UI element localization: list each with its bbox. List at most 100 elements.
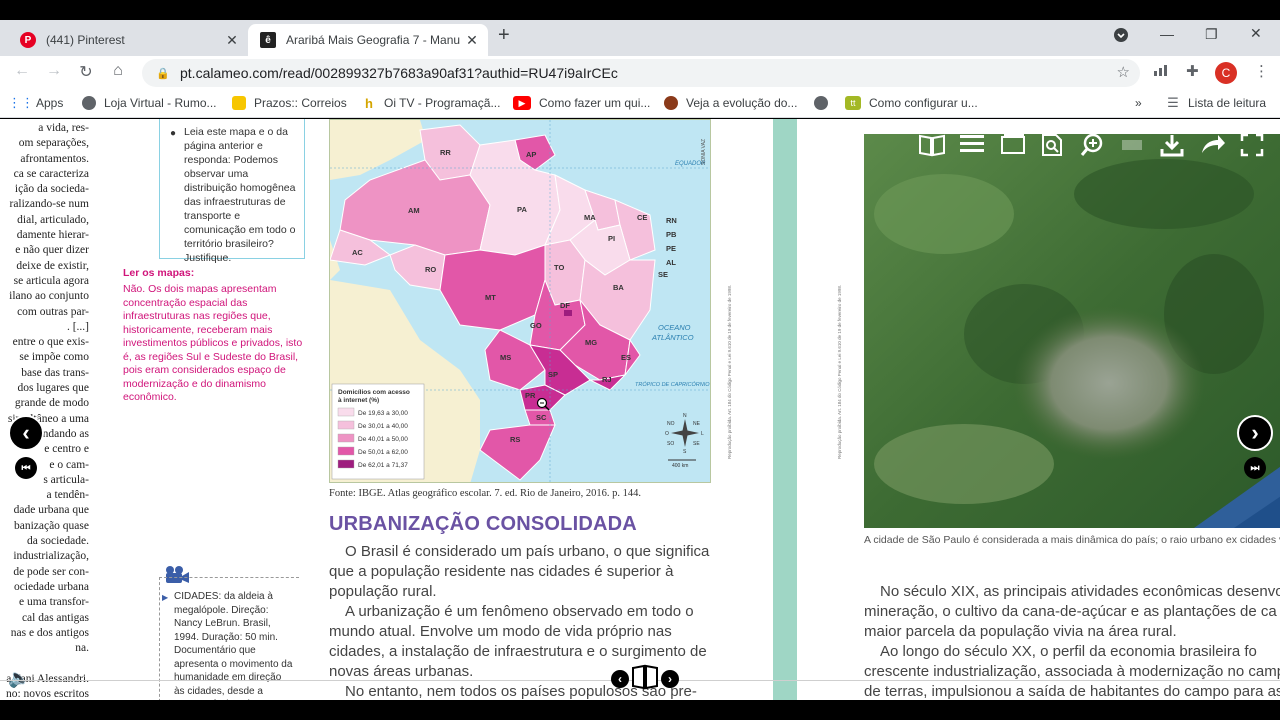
book-icon[interactable] bbox=[918, 133, 946, 163]
bookmark-globe[interactable] bbox=[814, 96, 836, 110]
bookmark-label: Loja Virtual - Rumo... bbox=[104, 96, 217, 110]
calameo-reader: a vida, res-om separações, afrontamentos.… bbox=[0, 119, 1280, 700]
state-label-sp: SP bbox=[548, 370, 558, 379]
previous-page-line: se articula agora bbox=[13, 274, 89, 287]
state-label-rj: RJ bbox=[602, 375, 612, 384]
next-page-button[interactable]: › bbox=[1237, 415, 1273, 451]
state-label-ms: MS bbox=[500, 353, 511, 362]
paragraph: O Brasil é considerado um país urbano, o… bbox=[329, 543, 710, 600]
slider-prev-button[interactable]: ‹ bbox=[611, 670, 629, 688]
close-window-icon[interactable]: ✕ bbox=[1250, 25, 1262, 42]
first-page-button[interactable]: ⏮ bbox=[15, 457, 37, 479]
state-label-ac: AC bbox=[352, 248, 363, 257]
tropic-label: TRÓPICO DE CAPRICÓRNIO bbox=[635, 381, 710, 388]
bookmark-oi[interactable]: h Oi TV - Programaçã... bbox=[362, 96, 500, 111]
triangle-bullet-icon: ▶ bbox=[162, 593, 169, 602]
tab-title: (441) Pinterest bbox=[46, 33, 125, 47]
previous-page-sliver: a vida, res-om separações, afrontamentos.… bbox=[0, 119, 97, 700]
bookmark-loja[interactable]: Loja Virtual - Rumo... bbox=[82, 96, 217, 110]
previous-page-line: dos lugares que bbox=[17, 382, 89, 395]
previous-page-line: grande de modo bbox=[14, 397, 89, 410]
previous-page-text: a vida, res-om separações, afrontamentos.… bbox=[0, 119, 97, 700]
share-icon[interactable] bbox=[1200, 133, 1226, 161]
bookmark-evolucao[interactable]: Veja a evolução do... bbox=[664, 96, 797, 110]
globe-icon bbox=[814, 96, 828, 110]
tab-pinterest[interactable]: P (441) Pinterest ✕ bbox=[8, 24, 248, 56]
zoom-icon[interactable] bbox=[1080, 133, 1104, 163]
tab-calameo[interactable]: ê Araribá Mais Geografia 7 - Manu ✕ bbox=[248, 24, 488, 56]
restore-icon[interactable]: ❐ bbox=[1205, 26, 1218, 43]
ocean-label-line1: OCEANO bbox=[658, 323, 691, 332]
svg-text:SO: SO bbox=[667, 441, 674, 447]
sao-paulo-satellite-photo bbox=[864, 134, 1280, 528]
slider-next-button[interactable]: › bbox=[661, 670, 679, 688]
reading-list-button[interactable]: ☰ Lista de leitura bbox=[1166, 95, 1266, 110]
paragraph: No século XIX, as principais atividades … bbox=[864, 583, 1280, 640]
download-icon[interactable] bbox=[1160, 133, 1184, 163]
vertical-note-text: Reprodução proibida. Art. 184 do Código … bbox=[837, 284, 842, 459]
map-legend: Domicílios com acesso à internet (%) De … bbox=[331, 383, 425, 480]
legend-swatch bbox=[337, 446, 355, 456]
address-bar[interactable]: 🔒 pt.calameo.com/read/002899327b7683a90a… bbox=[142, 59, 1140, 87]
close-tab-icon[interactable]: ✕ bbox=[462, 32, 482, 49]
state-label-mg: MG bbox=[585, 338, 597, 347]
minimize-icon[interactable]: — bbox=[1160, 26, 1174, 42]
bookmark-youtube[interactable]: ▶ Como fazer um qui... bbox=[513, 96, 650, 110]
map-credit: SONIA VAZ bbox=[701, 139, 707, 165]
site-icon bbox=[664, 96, 678, 110]
reload-icon[interactable]: ↻ bbox=[76, 62, 96, 82]
previous-page-line: damente hierar- bbox=[16, 229, 89, 242]
state-label-pb: PB bbox=[666, 230, 677, 239]
state-label-go: GO bbox=[530, 321, 542, 330]
bookmarks-overflow-button[interactable]: » bbox=[1135, 96, 1142, 110]
state-label-pr: PR bbox=[525, 391, 536, 400]
profile-avatar[interactable]: C bbox=[1215, 62, 1237, 84]
legend-title-line2: à internet (%) bbox=[338, 397, 379, 404]
previous-page-line: dade urbana que bbox=[13, 504, 89, 517]
close-tab-icon[interactable]: ✕ bbox=[222, 32, 242, 49]
bookmark-label: Como fazer um qui... bbox=[539, 96, 651, 110]
window-bottom-border bbox=[0, 700, 1280, 720]
calameo-icon: ê bbox=[260, 32, 276, 48]
state-label-pa: PA bbox=[517, 205, 527, 214]
bookmarks-bar: ⋮⋮ Apps Loja Virtual - Rumo... Prazos:: … bbox=[0, 90, 1280, 118]
previous-page-line: ociedade urbana bbox=[13, 580, 89, 593]
tab-search-icon[interactable] bbox=[1114, 28, 1128, 45]
list-icon[interactable] bbox=[960, 133, 984, 161]
previous-page-line: ca se caracteriza bbox=[13, 167, 89, 180]
bookmark-configurar[interactable]: tt Como configurar u... bbox=[845, 96, 978, 110]
state-label-ce: CE bbox=[637, 213, 647, 222]
home-icon[interactable]: ⌂ bbox=[108, 62, 128, 80]
bookmark-correios[interactable]: Prazos:: Correios bbox=[232, 96, 347, 110]
signal-extension-icon[interactable] bbox=[1153, 62, 1171, 80]
back-icon[interactable]: ← bbox=[12, 62, 32, 80]
previous-page-line: cal das antigas bbox=[21, 611, 89, 624]
pages-icon[interactable] bbox=[1000, 133, 1026, 161]
ler-mapas-title: Ler os mapas: bbox=[123, 267, 195, 279]
brazil-internet-map: RR AP AM PA MA CE RN PB PE AL SE PI AC RO TO BA MT DF GO MG… bbox=[329, 119, 711, 483]
legend-label: De 40,01 a 50,00 bbox=[358, 436, 408, 443]
question-text: Leia este mapa e o da página anterior e … bbox=[184, 126, 296, 264]
right-body-text: No século XIX, as principais atividades … bbox=[864, 582, 1280, 700]
bookmark-label: Prazos:: Correios bbox=[254, 96, 347, 110]
question-box: ● Leia este mapa e o da página anterior … bbox=[159, 119, 305, 264]
left-page: ● Leia este mapa e o da página anterior … bbox=[97, 119, 773, 700]
speaker-icon[interactable]: 🔈 bbox=[8, 668, 30, 689]
previous-page-button[interactable]: ‹ bbox=[8, 415, 44, 451]
bookmark-label: Apps bbox=[36, 96, 64, 110]
previous-page-line: e o cam- bbox=[49, 458, 89, 471]
forward-icon[interactable]: → bbox=[44, 62, 64, 80]
ocean-label-line2: ATLÂNTICO bbox=[651, 333, 694, 342]
correios-icon bbox=[232, 96, 246, 110]
pages-overview-icon[interactable] bbox=[631, 664, 659, 690]
bookmark-star-icon[interactable]: ☆ bbox=[1117, 63, 1130, 81]
search-icon[interactable] bbox=[1040, 133, 1064, 163]
legend-swatch bbox=[337, 420, 355, 430]
new-tab-button[interactable]: + bbox=[498, 24, 510, 47]
fullscreen-icon[interactable] bbox=[1240, 133, 1264, 163]
print-icon[interactable] bbox=[1120, 133, 1144, 161]
bookmark-apps[interactable]: ⋮⋮ Apps bbox=[8, 95, 64, 110]
last-page-button[interactable]: ⏭ bbox=[1244, 457, 1266, 479]
menu-kebab-icon[interactable]: ⋮ bbox=[1254, 62, 1269, 80]
extensions-puzzle-icon[interactable]: ✚ bbox=[1186, 62, 1199, 80]
